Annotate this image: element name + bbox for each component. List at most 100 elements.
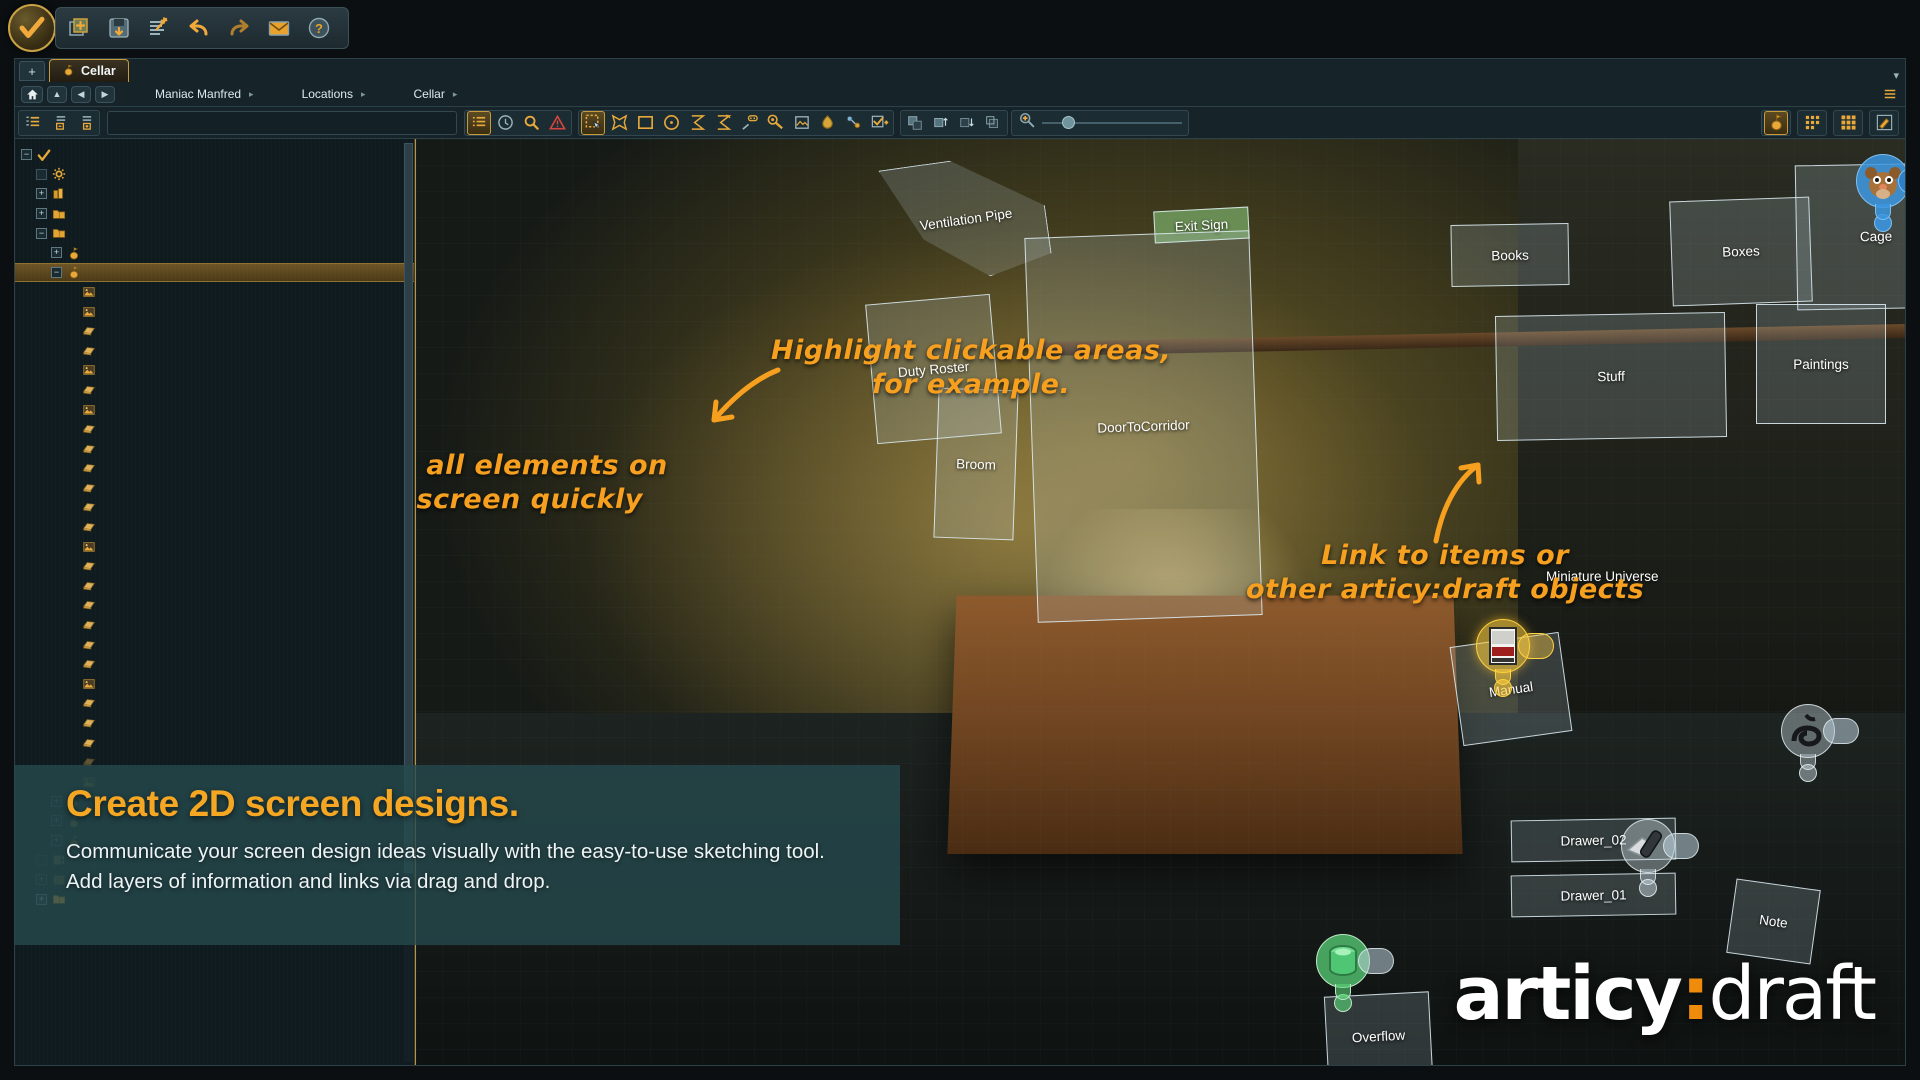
grid-small-button[interactable] bbox=[1800, 111, 1824, 135]
tree-item-aluminium-foil[interactable] bbox=[15, 302, 414, 322]
color-picker-tool[interactable] bbox=[763, 111, 787, 135]
fill-tool[interactable] bbox=[815, 111, 839, 135]
pin-label[interactable] bbox=[1518, 633, 1554, 659]
add-tab-button[interactable]: + bbox=[19, 61, 45, 81]
tree-toggle[interactable]: − bbox=[21, 149, 32, 161]
help-button[interactable]: ? bbox=[302, 11, 336, 45]
pin-weapons-grade[interactable] bbox=[1316, 934, 1394, 1012]
tree-item-settings[interactable] bbox=[15, 165, 414, 185]
new-document-button[interactable] bbox=[62, 11, 96, 45]
hotspot-boxes[interactable]: Boxes bbox=[1669, 196, 1813, 307]
grid-large-button[interactable] bbox=[1836, 111, 1860, 135]
tab-cellar[interactable]: Cellar bbox=[49, 59, 129, 82]
tree-item-miniature-universe[interactable] bbox=[15, 615, 414, 635]
tree-item-drawer-01[interactable] bbox=[15, 459, 414, 479]
tree-toggle[interactable]: + bbox=[51, 247, 62, 259]
search-icon[interactable] bbox=[519, 111, 543, 135]
tree-item-entities[interactable]: + bbox=[15, 204, 414, 224]
tree-item-drawer-02[interactable] bbox=[15, 478, 414, 498]
bring-to-front-icon[interactable] bbox=[903, 111, 927, 135]
tree-item-books[interactable] bbox=[15, 321, 414, 341]
tree-item-broom[interactable] bbox=[15, 380, 414, 400]
expand-all-icon[interactable] bbox=[21, 111, 45, 135]
tab-overflow-button[interactable]: ▾ bbox=[1893, 69, 1899, 82]
breadcrumb-item-cellar[interactable]: Cellar bbox=[409, 87, 448, 101]
tree-toggle[interactable]: − bbox=[36, 227, 47, 239]
warning-icon[interactable] bbox=[545, 111, 569, 135]
save-button[interactable] bbox=[102, 11, 136, 45]
tree-toggle[interactable]: − bbox=[51, 266, 62, 278]
back-button[interactable]: ◀ bbox=[71, 85, 91, 103]
collapse-all-icon[interactable] bbox=[47, 111, 71, 135]
send-backward-icon[interactable] bbox=[955, 111, 979, 135]
tree-item-medical-records[interactable] bbox=[15, 596, 414, 616]
magic-wand-tool[interactable] bbox=[737, 111, 761, 135]
tree-scrollbar-thumb[interactable] bbox=[404, 143, 413, 873]
image-tool[interactable] bbox=[789, 111, 813, 135]
tree-item-paintings[interactable] bbox=[15, 713, 414, 733]
zoom-slider-knob[interactable] bbox=[1062, 116, 1075, 129]
tree-item-note[interactable] bbox=[15, 654, 414, 674]
tree-item-manual[interactable] bbox=[15, 576, 414, 596]
tree-item-exit-sign[interactable] bbox=[15, 517, 414, 537]
hotspot-stuff[interactable]: Stuff bbox=[1494, 312, 1728, 441]
zoom-in-icon[interactable] bbox=[1018, 111, 1036, 134]
pin-cable[interactable] bbox=[1781, 704, 1859, 782]
tree-search-input[interactable] bbox=[107, 110, 457, 135]
breadcrumb-menu-icon[interactable] bbox=[1881, 85, 1899, 103]
tree-item-overflow[interactable] bbox=[15, 694, 414, 714]
tree-toggle[interactable] bbox=[36, 168, 47, 180]
mail-button[interactable] bbox=[262, 11, 296, 45]
path-tool[interactable] bbox=[685, 111, 709, 135]
breadcrumb-item-locations[interactable]: Locations bbox=[298, 87, 357, 101]
redo-button[interactable] bbox=[222, 11, 256, 45]
tree-item-cable[interactable] bbox=[15, 400, 414, 420]
zoom-slider[interactable] bbox=[1042, 115, 1182, 131]
tree-item-boxes[interactable] bbox=[15, 341, 414, 361]
pin-aluminium-foil[interactable] bbox=[1621, 819, 1699, 897]
tree-toggle[interactable]: + bbox=[36, 208, 47, 220]
tree-item-cell[interactable]: + bbox=[15, 243, 414, 263]
tree-item-locations[interactable]: − bbox=[15, 223, 414, 243]
export-button[interactable] bbox=[142, 11, 176, 45]
hotspot-note[interactable]: Note bbox=[1726, 878, 1821, 965]
hotspot-door-to-corridor[interactable]: DoorToCorridor bbox=[1024, 230, 1263, 623]
tree-item-cellar[interactable]: − bbox=[15, 262, 414, 283]
expand-selected-icon[interactable] bbox=[73, 111, 97, 135]
bring-forward-icon[interactable] bbox=[929, 111, 953, 135]
tree-item-cage[interactable] bbox=[15, 419, 414, 439]
curve-tool[interactable] bbox=[711, 111, 735, 135]
hotspot-broom[interactable]: Broom bbox=[933, 387, 1019, 541]
home-button[interactable] bbox=[21, 85, 43, 103]
breadcrumb-item-project[interactable]: Maniac Manfred bbox=[151, 87, 245, 101]
app-logo-icon[interactable] bbox=[8, 4, 56, 52]
rectangle-tool[interactable] bbox=[633, 111, 657, 135]
tree-item-flow[interactable]: + bbox=[15, 184, 414, 204]
filter-icon[interactable] bbox=[467, 110, 491, 135]
tree-item-locker[interactable] bbox=[15, 556, 414, 576]
hotspot-miniature-universe[interactable]: Miniature Universe bbox=[1546, 569, 1659, 584]
tree-item-nuke-it-a-bomb-construction-kit[interactable] bbox=[15, 674, 414, 694]
undo-button[interactable] bbox=[182, 11, 216, 45]
pin-hamster[interactable] bbox=[1856, 154, 1905, 232]
location-view-button[interactable] bbox=[1764, 110, 1788, 135]
tree-item-how-i-learned-to-love-the-bomb[interactable] bbox=[15, 282, 414, 302]
history-icon[interactable] bbox=[493, 111, 517, 135]
tree-toggle[interactable]: + bbox=[36, 188, 47, 200]
send-to-back-icon[interactable] bbox=[981, 111, 1005, 135]
ellipse-tool[interactable] bbox=[659, 111, 683, 135]
pin-label[interactable] bbox=[1823, 718, 1859, 744]
approve-tool[interactable] bbox=[867, 111, 891, 135]
tree-item-duty-roster[interactable] bbox=[15, 498, 414, 518]
hotspot-paintings[interactable]: Paintings bbox=[1756, 304, 1886, 424]
pin-how-i-learned[interactable] bbox=[1476, 619, 1554, 697]
tree-item-broom[interactable] bbox=[15, 361, 414, 381]
tree-item-hamster[interactable] bbox=[15, 537, 414, 557]
select-tool[interactable] bbox=[581, 110, 605, 135]
polygon-tool[interactable] bbox=[607, 111, 631, 135]
forward-button[interactable]: ▶ bbox=[95, 85, 115, 103]
properties-button[interactable] bbox=[1872, 111, 1896, 135]
link-tool[interactable] bbox=[841, 111, 865, 135]
tree-item-mousehole[interactable] bbox=[15, 635, 414, 655]
tree-item-stuff[interactable] bbox=[15, 733, 414, 753]
